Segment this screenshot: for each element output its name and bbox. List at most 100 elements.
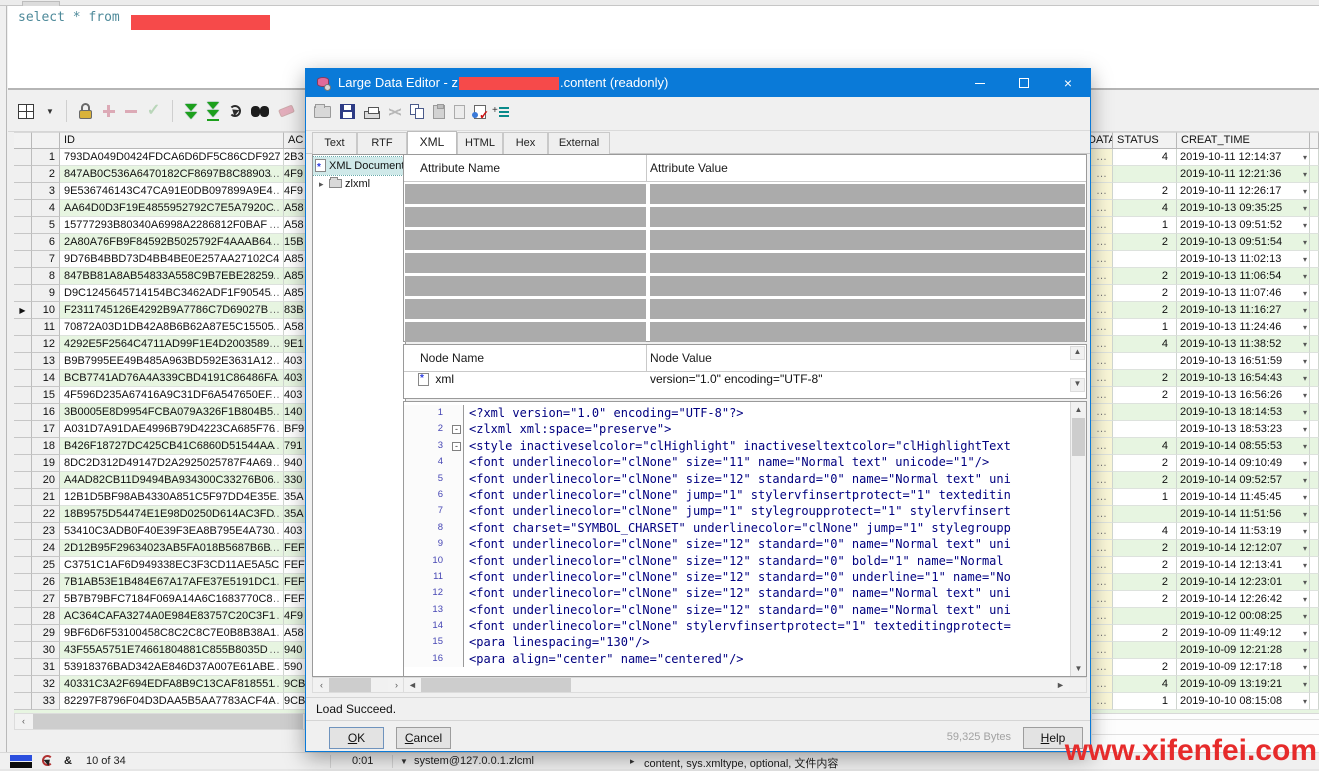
lob-open-button[interactable]: … [1096,202,1107,214]
data-lob-cell[interactable]: … [1091,234,1113,251]
status-cell[interactable] [1113,251,1177,268]
creat-time-cell[interactable]: 2019-10-13 11:24:46▾ [1177,319,1310,336]
data-lob-cell[interactable]: … [1091,625,1113,642]
scroll-thumb[interactable] [1072,418,1085,456]
lob-open-button[interactable]: … [269,421,281,437]
status-cell[interactable] [1113,421,1177,438]
data-lob-cell[interactable]: … [1091,489,1113,506]
creat-time-cell[interactable]: 2019-10-14 12:12:07▾ [1177,540,1310,557]
editor-horizontal-scrollbar[interactable]: ◄ ► [403,677,1087,693]
ac-cell[interactable]: A85 [284,268,306,285]
creat-time-cell[interactable]: 2019-10-09 12:21:28▾ [1177,642,1310,659]
lob-open-button[interactable]: … [1096,695,1107,707]
status-cell[interactable]: 4 [1113,200,1177,217]
row-marker-cell[interactable] [14,285,32,302]
ac-cell[interactable]: FEF [284,591,306,608]
minimize-button[interactable] [958,69,1002,97]
data-lob-cell[interactable]: … [1091,268,1113,285]
row-marker-cell[interactable] [14,251,32,268]
lob-open-button[interactable]: … [1096,304,1107,316]
cell-dropdown-icon[interactable]: ▾ [1303,609,1307,625]
scroll-up-button[interactable]: ▲ [1071,402,1086,417]
data-lob-cell[interactable]: … [1091,302,1113,319]
lob-open-button[interactable]: … [269,591,281,607]
lob-open-button[interactable]: … [1096,627,1107,639]
row-marker-cell[interactable] [14,693,32,710]
creat-time-cell[interactable]: 2019-10-13 09:35:25▾ [1177,200,1310,217]
status-cell[interactable] [1113,404,1177,421]
column-header-data[interactable]: DATA [1091,132,1113,149]
grid-horizontal-scrollbar[interactable]: ‹ [14,713,305,730]
lob-open-button[interactable]: … [1096,219,1107,231]
xml-source-editor[interactable]: 1 <?xml version="1.0" encoding="UTF-8"?>… [403,401,1087,677]
row-marker-cell[interactable] [14,523,32,540]
dialog-titlebar[interactable]: Large Data Editor - z.content (readonly)… [306,69,1090,97]
id-cell[interactable]: 53918376BAD342AE846D37A007E61ABE… [60,659,284,676]
row-marker-cell[interactable] [14,319,32,336]
lob-open-button[interactable]: … [1096,542,1107,554]
id-cell[interactable]: 82297F8796F04D3DAA5B5AA7783ACF4A… [60,693,284,710]
creat-time-cell[interactable]: 2019-10-13 11:02:13▾ [1177,251,1310,268]
node-scroll-up-button[interactable]: ▲ [1070,346,1085,360]
cell-dropdown-icon[interactable]: ▾ [1303,371,1307,387]
id-cell[interactable]: D9C1245645714154BC3462ADF1F90545… [60,285,284,302]
scroll-left-button[interactable]: ◄ [404,678,421,692]
tree-item-xml-document[interactable]: XML Document [313,157,405,175]
scroll-left-button[interactable]: ‹ [15,714,32,729]
row-number-cell[interactable]: 10 [32,302,60,319]
creat-time-cell[interactable]: 2019-10-14 09:10:49▾ [1177,455,1310,472]
row-marker-cell[interactable] [14,404,32,421]
tab-html[interactable]: HTML [457,132,503,154]
row-number-cell[interactable]: 24 [32,540,60,557]
ac-cell[interactable]: 35A [284,489,306,506]
ac-cell[interactable]: A58 [284,200,306,217]
lob-open-button[interactable]: … [1096,423,1107,435]
data-lob-cell[interactable]: … [1091,574,1113,591]
status-cell[interactable]: 4 [1113,438,1177,455]
row-marker-cell[interactable] [14,370,32,387]
cell-dropdown-icon[interactable]: ▾ [1303,252,1307,268]
cell-dropdown-icon[interactable]: ▾ [1303,337,1307,353]
ac-cell[interactable]: 9CB [284,676,306,693]
data-lob-cell[interactable]: … [1091,438,1113,455]
id-cell[interactable]: 793DA049D0424FDCA6D6DF5C86CDF927… [60,149,284,166]
creat-time-cell[interactable]: 2019-10-10 08:15:08▾ [1177,693,1310,710]
lob-open-button[interactable]: … [1096,236,1107,248]
refresh-icon[interactable] [229,105,241,117]
lob-open-button[interactable]: … [1096,287,1107,299]
data-lob-cell[interactable]: … [1091,404,1113,421]
data-lob-cell[interactable]: … [1091,591,1113,608]
scroll-thumb[interactable] [329,678,371,692]
row-number-cell[interactable]: 2 [32,166,60,183]
lob-open-button[interactable]: … [269,387,281,403]
column-header-ac[interactable]: AC [284,132,306,149]
row-number-cell[interactable]: 14 [32,370,60,387]
row-number-cell[interactable]: 16 [32,404,60,421]
id-cell[interactable]: 40331C3A2F694EDFA8B9C13CAF818551… [60,676,284,693]
lob-open-button[interactable]: … [269,217,281,233]
scroll-down-button[interactable]: ▼ [1071,661,1086,676]
lob-open-button[interactable]: … [269,166,281,182]
id-cell[interactable]: 15777293B80340A6998A2286812F0BAF… [60,217,284,234]
lob-open-button[interactable]: … [1096,372,1107,384]
grid-view-icon[interactable] [18,104,34,119]
cell-dropdown-icon[interactable]: ▾ [1303,490,1307,506]
data-lob-cell[interactable]: … [1091,200,1113,217]
id-cell[interactable]: 43F55A5751E74661804881C855B8035D… [60,642,284,659]
row-number-cell[interactable]: 7 [32,251,60,268]
row-number-cell[interactable]: 28 [32,608,60,625]
cell-dropdown-icon[interactable]: ▾ [1303,320,1307,336]
creat-time-cell[interactable]: 2019-10-13 16:54:43▾ [1177,370,1310,387]
row-marker-cell[interactable] [14,506,32,523]
creat-time-cell[interactable]: 2019-10-13 11:07:46▾ [1177,285,1310,302]
lob-open-button[interactable]: … [1096,661,1107,673]
cancel-button[interactable]: Cancel [396,727,451,749]
row-number-cell[interactable]: 19 [32,455,60,472]
row-number-cell[interactable]: 8 [32,268,60,285]
cell-dropdown-icon[interactable]: ▾ [1303,524,1307,540]
status-cell[interactable]: 2 [1113,234,1177,251]
lob-open-button[interactable]: … [269,149,281,165]
id-cell[interactable]: 2D12B95F29634023AB5FA018B5687B6B… [60,540,284,557]
row-marker-cell[interactable] [14,217,32,234]
cell-dropdown-icon[interactable]: ▾ [1303,643,1307,659]
